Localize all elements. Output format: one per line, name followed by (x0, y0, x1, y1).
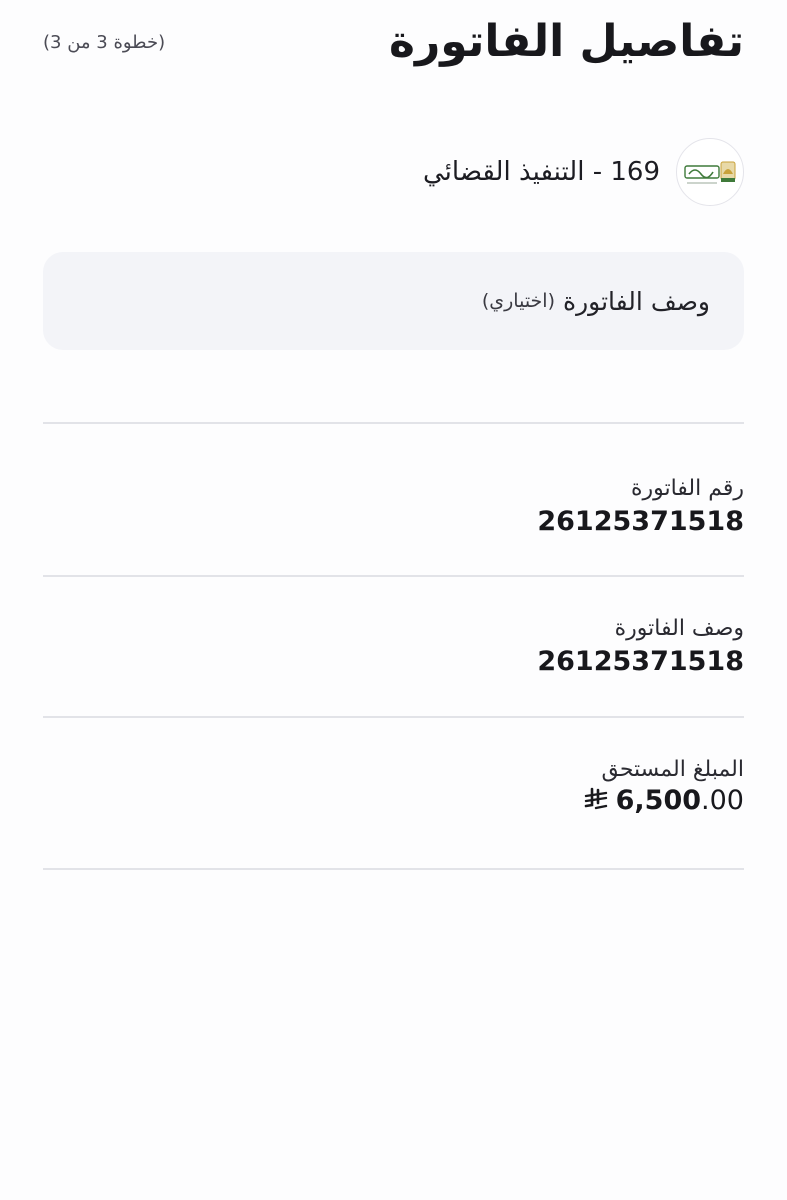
amount-due-row: المبلغ المستحق 6,500.00 (43, 755, 744, 816)
amount-decimal: .00 (701, 785, 744, 816)
biller-name: 169 - التنفيذ القضائي (423, 157, 660, 187)
description-optional-hint: (اختياري) (481, 290, 555, 312)
ministry-of-justice-logo-icon (676, 138, 744, 206)
invoice-description-label: وصف الفاتورة (614, 616, 744, 641)
invoice-description-input[interactable]: وصف الفاتورة (اختياري) (43, 252, 744, 350)
amount-integer: 6,500 (615, 785, 702, 816)
amount-due-value: 6,500.00 (584, 785, 744, 816)
description-placeholder: وصف الفاتورة (563, 286, 710, 316)
invoice-description-value: 26125371518 (537, 646, 744, 677)
step-indicator: (خطوة 3 من 3) (43, 32, 166, 53)
divider (43, 716, 744, 718)
saudi-riyal-icon (584, 787, 607, 810)
invoice-number-value: 26125371518 (537, 506, 744, 537)
amount-due-label: المبلغ المستحق (601, 757, 744, 782)
divider (43, 422, 744, 424)
page-title: تفاصيل الفاتورة (389, 16, 744, 67)
header: تفاصيل الفاتورة (خطوة 3 من 3) (43, 12, 744, 72)
biller-info: 169 - التنفيذ القضائي (423, 136, 744, 208)
invoice-details-page: تفاصيل الفاتورة (خطوة 3 من 3) 169 - التن… (43, 0, 744, 1200)
invoice-number-label: رقم الفاتورة (630, 476, 744, 501)
invoice-description-row: وصف الفاتورة 26125371518 (43, 614, 744, 680)
divider (43, 575, 744, 577)
invoice-number-row: رقم الفاتورة 26125371518 (43, 474, 744, 540)
divider (43, 868, 744, 870)
